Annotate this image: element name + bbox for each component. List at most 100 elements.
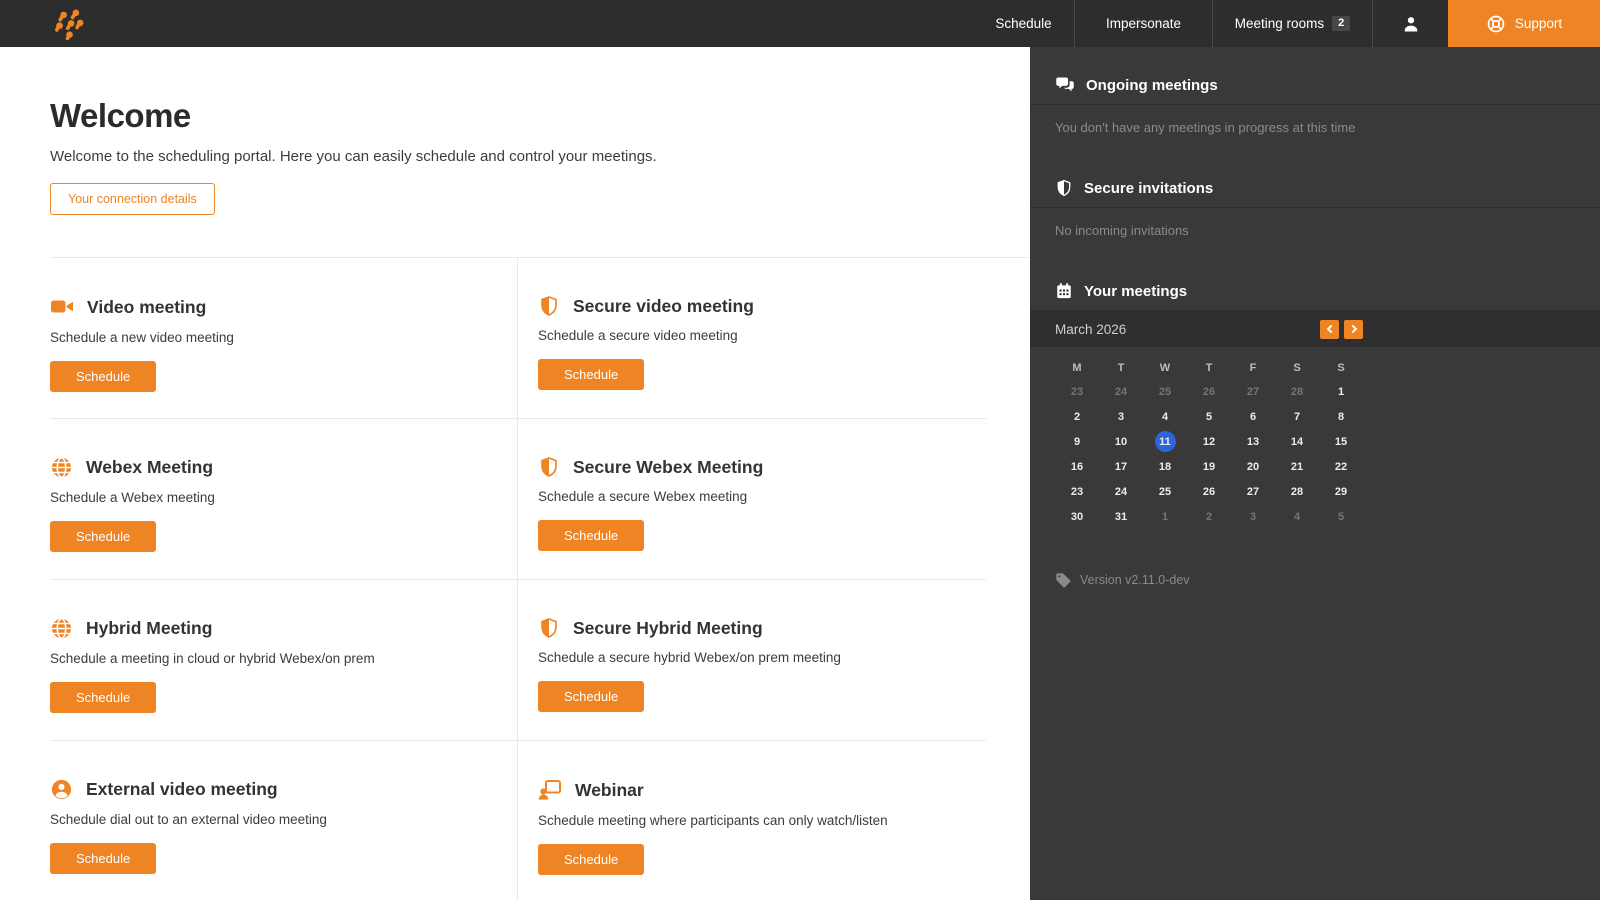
support-button[interactable]: Support	[1448, 0, 1600, 47]
card-title: Webinar	[575, 779, 644, 800]
card-title: Hybrid Meeting	[86, 618, 213, 638]
schedule-webex-meeting-button[interactable]: Schedule	[50, 521, 157, 552]
schedule-video-meeting-button[interactable]: Schedule	[50, 361, 157, 392]
calendar-day[interactable]: 13	[1231, 429, 1275, 454]
calendar-day[interactable]: 30	[1055, 504, 1099, 529]
app-logo[interactable]	[52, 0, 86, 47]
shield-icon	[538, 617, 560, 639]
nav-item-meeting-rooms[interactable]: Meeting rooms 2	[1212, 0, 1372, 47]
user-icon	[1401, 14, 1421, 34]
calendar-day[interactable]: 24	[1099, 379, 1143, 404]
welcome-subtitle: Welcome to the scheduling portal. Here y…	[50, 148, 657, 165]
calendar-day[interactable]: 25	[1143, 379, 1187, 404]
calendar-day[interactable]: 8	[1319, 404, 1363, 429]
card-description: Schedule a new video meeting	[50, 330, 234, 345]
calendar-day[interactable]: 17	[1099, 454, 1143, 479]
top-navbar: Schedule Impersonate Meeting rooms 2 Sup…	[0, 0, 1600, 47]
calendar-day[interactable]: 24	[1099, 479, 1143, 504]
card-secure-video-meeting: Secure video meeting Schedule a secure v…	[518, 258, 986, 419]
calendar-day-header: M	[1072, 362, 1082, 374]
shield-icon	[1055, 179, 1073, 197]
main-content: Welcome Welcome to the scheduling portal…	[0, 47, 1030, 900]
calendar-day[interactable]: 26	[1187, 479, 1231, 504]
calendar-day[interactable]: 19	[1187, 454, 1231, 479]
card-description: Schedule a Webex meeting	[50, 490, 215, 505]
calendar-day[interactable]: 5	[1187, 404, 1231, 429]
ongoing-meetings-header: Ongoing meetings	[1030, 66, 1600, 105]
schedule-hybrid-meeting-button[interactable]: Schedule	[50, 682, 157, 713]
secure-invitations-empty-text: No incoming invitations	[1055, 223, 1189, 238]
calendar-day[interactable]: 22	[1319, 454, 1363, 479]
schedule-secure-hybrid-meeting-button[interactable]: Schedule	[538, 681, 645, 712]
calendar-day[interactable]: 26	[1187, 379, 1231, 404]
ongoing-meetings-empty-text: You don't have any meetings in progress …	[1055, 120, 1356, 135]
calendar-month-label: March 2026	[1055, 321, 1127, 337]
schedule-secure-webex-meeting-button[interactable]: Schedule	[538, 520, 645, 551]
card-title: Secure Hybrid Meeting	[573, 617, 763, 638]
card-title: Secure Webex Meeting	[573, 456, 764, 477]
calendar-day[interactable]: 1	[1143, 504, 1187, 529]
calendar-day[interactable]: 23	[1055, 379, 1099, 404]
calendar-day[interactable]: 2	[1187, 504, 1231, 529]
meeting-type-grid: Video meeting Schedule a new video meeti…	[50, 258, 986, 900]
calendar-day[interactable]: 4	[1143, 404, 1187, 429]
page-title: Welcome	[50, 97, 191, 134]
calendar-day-header: S	[1293, 362, 1301, 374]
calendar-day[interactable]: 31	[1099, 504, 1143, 529]
calendar-day[interactable]: 3	[1099, 404, 1143, 429]
calendar-day[interactable]: 1	[1319, 379, 1363, 404]
calendar-day-header: F	[1249, 362, 1257, 374]
chevron-left-icon	[1326, 324, 1335, 334]
sidebar-section-title: Ongoing meetings	[1086, 76, 1218, 94]
calendar-next-button[interactable]	[1344, 319, 1363, 339]
calendar-day-header: T	[1117, 362, 1125, 374]
card-description: Schedule dial out to an external video m…	[50, 812, 327, 827]
calendar-day[interactable]: 7	[1275, 404, 1319, 429]
life-ring-icon	[1486, 14, 1506, 34]
webinar-icon	[538, 778, 562, 802]
calendar-day-selected[interactable]: 11	[1143, 429, 1187, 454]
calendar-day[interactable]: 3	[1231, 504, 1275, 529]
shield-icon	[538, 456, 560, 478]
nav-item-impersonate[interactable]: Impersonate	[1074, 0, 1212, 47]
calendar-day[interactable]: 9	[1055, 429, 1099, 454]
calendar-day[interactable]: 27	[1231, 479, 1275, 504]
schedule-secure-video-meeting-button[interactable]: Schedule	[538, 359, 645, 390]
nav-item-schedule[interactable]: Schedule	[973, 0, 1074, 47]
calendar-day[interactable]: 23	[1055, 479, 1099, 504]
calendar-day[interactable]: 16	[1055, 454, 1099, 479]
calendar-day[interactable]: 4	[1275, 504, 1319, 529]
calendar-day[interactable]: 5	[1319, 504, 1363, 529]
calendar-day[interactable]: 28	[1275, 479, 1319, 504]
support-label: Support	[1514, 16, 1563, 31]
chevron-right-icon	[1348, 324, 1357, 334]
calendar-day[interactable]: 27	[1231, 379, 1275, 404]
calendar-day[interactable]: 14	[1275, 429, 1319, 454]
shield-icon	[538, 295, 560, 317]
sidebar-section-title: Secure invitations	[1084, 179, 1214, 197]
card-title: External video meeting	[86, 779, 278, 799]
calendar-day[interactable]: 21	[1275, 454, 1319, 479]
card-description: Schedule a secure hybrid Webex/on prem m…	[538, 650, 841, 665]
calendar-day[interactable]: 12	[1187, 429, 1231, 454]
calendar-day[interactable]: 6	[1231, 404, 1275, 429]
schedule-external-video-meeting-button[interactable]: Schedule	[50, 843, 157, 874]
schedule-webinar-button[interactable]: Schedule	[538, 844, 645, 875]
card-secure-webex-meeting: Secure Webex Meeting Schedule a secure W…	[518, 419, 986, 580]
calendar-day[interactable]: 18	[1143, 454, 1187, 479]
calendar: MTWTFSS 23 24 25 26 27 28 1 2 3 4 5 6 7 8 9 10 11 12 13 14 1…	[1055, 357, 1363, 529]
connection-details-button[interactable]: Your connection details	[50, 183, 215, 215]
calendar-day[interactable]: 29	[1319, 479, 1363, 504]
calendar-day[interactable]: 25	[1143, 479, 1187, 504]
calendar-icon	[1055, 282, 1073, 300]
calendar-day[interactable]: 28	[1275, 379, 1319, 404]
calendar-day[interactable]: 10	[1099, 429, 1143, 454]
calendar-prev-button[interactable]	[1320, 319, 1339, 339]
calendar-day[interactable]: 20	[1231, 454, 1275, 479]
card-title: Video meeting	[87, 296, 207, 317]
calendar-day-headers: MTWTFSS	[1055, 357, 1363, 379]
nav-item-user[interactable]	[1372, 0, 1448, 47]
calendar-day[interactable]: 2	[1055, 404, 1099, 429]
calendar-day[interactable]: 15	[1319, 429, 1363, 454]
card-description: Schedule meeting where participants can …	[538, 813, 888, 828]
